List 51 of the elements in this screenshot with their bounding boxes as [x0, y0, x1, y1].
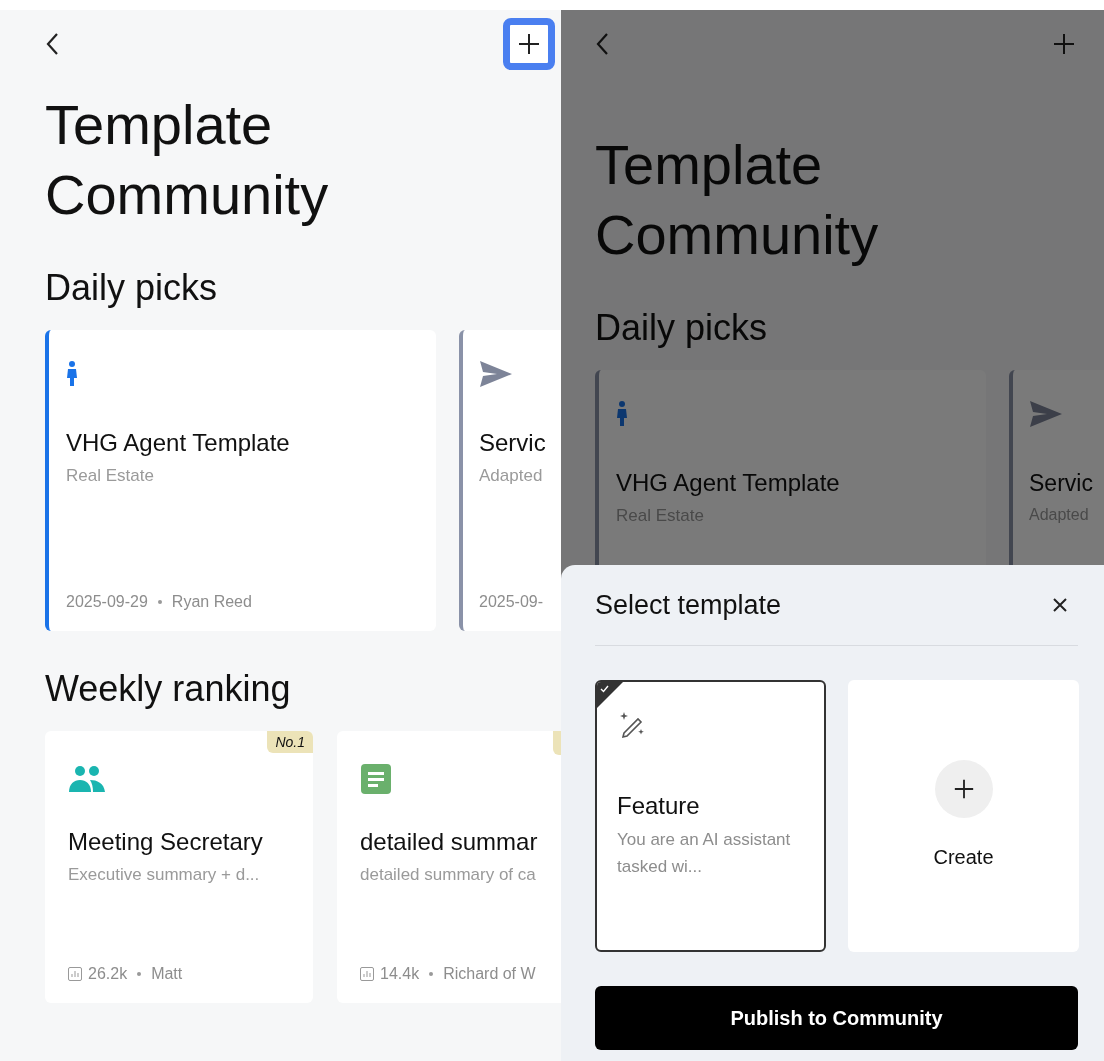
close-icon	[1052, 597, 1068, 613]
author-name: Matt	[151, 965, 183, 983]
card-description: Real Estate	[66, 466, 155, 486]
back-icon	[45, 32, 59, 56]
page-title: Template Community	[45, 92, 330, 228]
view-count: 26.2k	[88, 965, 128, 983]
view-count: 14.4k	[380, 965, 420, 983]
card-title: Servic	[1029, 469, 1094, 498]
card-title: VHG Agent Template	[616, 468, 841, 498]
card-title: VHG Agent Template	[66, 428, 291, 458]
template-card[interactable]: No.1 Meeting Secretary Executive summary + d... 26.2k Matt	[45, 731, 313, 1003]
back-icon	[595, 32, 609, 56]
card-title: Servic	[479, 428, 547, 458]
section-title: Daily picks	[45, 266, 219, 310]
template-option[interactable]: Feature You are an AI assistant tasked wi...	[595, 680, 826, 952]
chart-icon	[360, 967, 374, 981]
section-title: Daily picks	[595, 306, 769, 350]
plus-icon	[1052, 32, 1076, 56]
template-card[interactable]: detailed summar detailed summary of ca 14.4k Richard of W	[337, 731, 561, 1003]
add-button[interactable]	[503, 18, 555, 70]
template-card[interactable]: Servic Adapted 2025-09-	[459, 330, 561, 631]
card-description: Executive summary + d...	[68, 865, 261, 885]
create-card[interactable]: Create	[848, 680, 1079, 952]
people-icon	[68, 765, 106, 793]
send-icon	[479, 360, 513, 388]
check-corner-icon	[597, 682, 623, 708]
card-title: detailed summar	[360, 827, 539, 857]
author-name: Ryan Reed	[171, 593, 252, 611]
section-title: Weekly ranking	[45, 667, 292, 711]
document-icon	[360, 763, 392, 795]
close-button[interactable]	[1052, 597, 1068, 613]
chart-icon	[68, 967, 82, 981]
person-icon	[66, 361, 78, 387]
person-icon	[616, 401, 628, 427]
create-label: Create	[933, 846, 994, 869]
card-title: Meeting Secretary	[68, 827, 264, 857]
publish-button[interactable]: Publish to Community	[595, 986, 1078, 1050]
option-description: You are an AI assistant tasked wi...	[617, 829, 792, 878]
rank-badge: No.1	[267, 731, 313, 753]
author-name: Richard of W	[443, 965, 536, 983]
card-description: detailed summary of ca	[360, 865, 537, 885]
option-title: Feature	[617, 792, 701, 820]
template-card[interactable]: VHG Agent Template Real Estate 2025-09-29 Ryan Reed	[45, 330, 436, 631]
send-icon	[1029, 400, 1063, 428]
card-description: Adapted	[479, 466, 544, 486]
card-date: 2025-09-29	[66, 593, 148, 611]
plus-icon	[517, 32, 541, 56]
sheet-title: Select template	[595, 589, 782, 621]
back-button[interactable]	[45, 32, 59, 56]
page-title: Template Community	[595, 132, 880, 268]
card-date: 2025-09-	[479, 593, 544, 611]
